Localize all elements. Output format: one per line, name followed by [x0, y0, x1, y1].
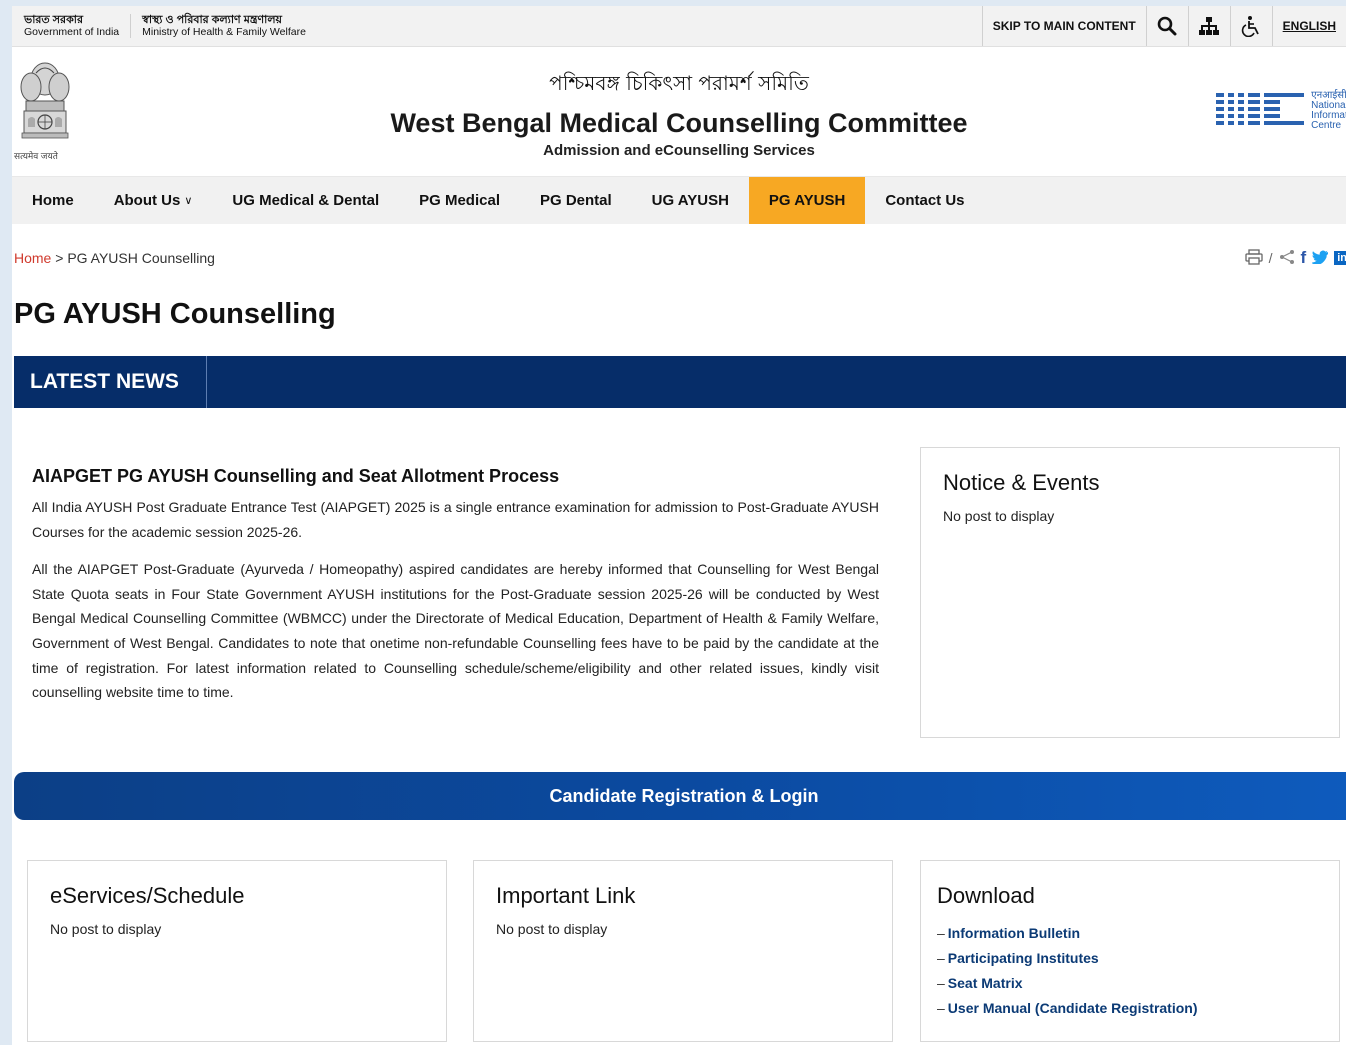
site-titles: পশ্চিমবঙ্গ চিকিৎসা পরামর্শ সমিতি West Be… — [12, 69, 1346, 159]
download-item-label: Seat Matrix — [947, 975, 1023, 991]
nav-pg-medical-label: PG Medical — [419, 192, 500, 209]
chevron-down-icon: ∨ — [184, 195, 193, 207]
ministry-link[interactable]: স্বাস্থ্য ও পরিবার কল্যাণ মন্ত্রণালয় Mi… — [131, 14, 317, 38]
main-nav: Home About Us ∨ UG Medical & Dental PG Me… — [12, 177, 1346, 224]
government-bar: ভারত সরকার Government of India স্বাস্থ্য… — [12, 6, 1346, 47]
accessibility-icon[interactable] — [1229, 6, 1272, 46]
nic-logo-icon — [1216, 93, 1305, 125]
download-item-information-bulletin[interactable]: – Information Bulletin — [937, 921, 1323, 946]
nav-contact-us-label: Contact Us — [885, 192, 965, 209]
nav-pg-medical[interactable]: PG Medical — [399, 177, 520, 224]
download-item-participating-institutes[interactable]: – Participating Institutes — [937, 946, 1323, 971]
nic-line-centre: Centre — [1311, 120, 1342, 131]
breadcrumb: Home > PG AYUSH Counselling — [14, 250, 215, 266]
eservices-schedule-card: eServices/Schedule No post to display — [27, 860, 447, 1042]
print-icon[interactable] — [1245, 248, 1263, 268]
breadcrumb-row: Home > PG AYUSH Counselling / f in — [12, 224, 1346, 282]
ministry-en: Ministry of Health & Family Welfare — [142, 26, 306, 38]
nav-home[interactable]: Home — [12, 177, 94, 224]
ministry-hi: স্বাস্থ্য ও পরিবার কল্যাণ মন্ত্রণালয় — [142, 14, 283, 26]
notice-events-card: Notice & Events No post to display — [920, 447, 1340, 738]
site-title[interactable]: West Bengal Medical Counselling Committe… — [12, 108, 1346, 139]
candidate-registration-login-button[interactable]: Candidate Registration & Login — [14, 772, 1346, 820]
site-title-bengali: পশ্চিমবঙ্গ চিকিৎসা পরামর্শ সমিতি — [549, 71, 809, 95]
twitter-icon[interactable] — [1310, 250, 1329, 267]
counselling-article: AIAPGET PG AYUSH Counselling and Seat Al… — [32, 466, 879, 718]
nic-logo[interactable]: एनआईसी National Informatics Centre — [1216, 89, 1346, 133]
site-header: सत्यमेव जयते পশ্চিমবঙ্গ চিকিৎসা পরামর্শ … — [12, 47, 1346, 177]
download-card: Download – Information Bulletin – Particip… — [920, 860, 1340, 1042]
important-link-card: Important Link No post to display — [473, 860, 893, 1042]
download-item-seat-matrix[interactable]: – Seat Matrix — [937, 971, 1323, 996]
important-link-empty: No post to display — [496, 921, 608, 937]
linkedin-icon[interactable]: in — [1334, 251, 1346, 265]
nav-ug-ayush-label: UG AYUSH — [651, 192, 729, 209]
nav-pg-ayush[interactable]: PG AYUSH — [748, 177, 866, 224]
eservices-title: eServices/Schedule — [50, 883, 245, 908]
page-title: PG AYUSH Counselling — [14, 298, 336, 330]
government-links: ভারত সরকার Government of India স্বাস্থ্য… — [12, 6, 317, 46]
gov-india-bn: ভারত সরকার — [24, 14, 84, 26]
breadcrumb-separator: > — [55, 250, 64, 266]
facebook-icon[interactable]: f — [1301, 248, 1307, 268]
breadcrumb-current: PG AYUSH Counselling — [67, 250, 215, 266]
download-title: Download — [937, 883, 1035, 908]
article-paragraph-1: All India AYUSH Post Graduate Entrance T… — [32, 499, 879, 540]
nav-home-label: Home — [32, 192, 74, 209]
download-item-label: User Manual (Candidate Registration) — [947, 1000, 1198, 1016]
nav-pg-dental[interactable]: PG Dental — [520, 177, 632, 224]
download-item-user-manual[interactable]: – User Manual (Candidate Registration) — [937, 996, 1323, 1021]
nav-ug-ayush[interactable]: UG AYUSH — [632, 177, 749, 224]
latest-news-bar: LATEST NEWS — [14, 356, 1346, 408]
article-heading: AIAPGET PG AYUSH Counselling and Seat Al… — [32, 466, 560, 486]
nav-pg-dental-label: PG Dental — [539, 192, 612, 209]
share-tools: / f in — [1245, 248, 1346, 268]
notice-events-title: Notice & Events — [943, 470, 1100, 495]
latest-news-label: LATEST NEWS — [14, 356, 207, 408]
nav-ug-medical-dental[interactable]: UG Medical & Dental — [212, 177, 399, 224]
important-link-title: Important Link — [496, 883, 636, 908]
nav-pg-ayush-label: PG AYUSH — [768, 192, 846, 209]
page-frame: ভারত সরকার Government of India স্বাস্থ্য… — [12, 6, 1346, 1045]
nav-ug-medical-dental-label: UG Medical & Dental — [232, 192, 380, 209]
search-icon[interactable] — [1145, 6, 1188, 46]
site-subtitle: Admission and eCounselling Services — [543, 142, 815, 159]
share-icon[interactable] — [1279, 249, 1295, 268]
eservices-empty: No post to display — [50, 921, 162, 937]
nav-about-us-label: About Us — [113, 192, 181, 209]
download-item-label: Information Bulletin — [947, 925, 1081, 941]
breadcrumb-home-link[interactable]: Home — [14, 250, 51, 266]
government-of-india-link[interactable]: ভারত সরকার Government of India — [12, 14, 132, 38]
article-paragraph-2: All the AIAPGET Post-Graduate (Ayurveda … — [32, 561, 879, 701]
download-item-label: Participating Institutes — [947, 950, 1099, 966]
gov-india-en: Government of India — [24, 26, 120, 38]
nav-about-us[interactable]: About Us ∨ — [94, 177, 213, 224]
notice-events-empty: No post to display — [943, 508, 1055, 524]
nav-contact-us[interactable]: Contact Us — [865, 177, 984, 224]
nic-logo-text: एनआईसी National Informatics Centre — [1311, 91, 1346, 131]
share-separator: / — [1268, 250, 1273, 266]
sitemap-icon[interactable] — [1187, 6, 1230, 46]
accessibility-tools: SKIP TO MAIN CONTENT ENGLISH — [981, 6, 1346, 46]
skip-to-main-content-link[interactable]: SKIP TO MAIN CONTENT — [981, 6, 1146, 46]
download-list: – Information Bulletin – Participating Ins… — [937, 921, 1323, 1021]
language-english-link[interactable]: ENGLISH — [1271, 6, 1346, 46]
